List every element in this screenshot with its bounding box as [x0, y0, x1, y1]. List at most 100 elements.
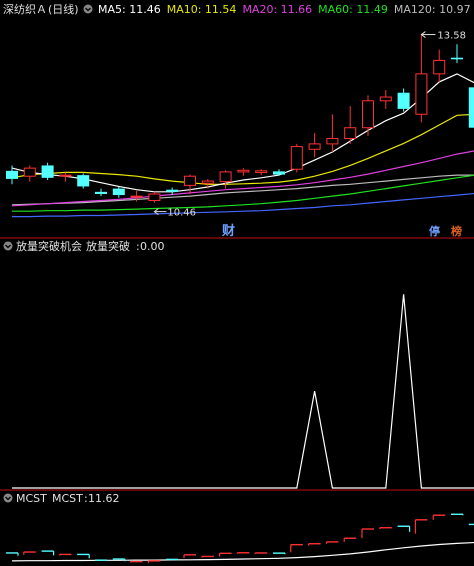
event-marker[interactable]: 财 — [222, 223, 235, 239]
candle-body — [6, 170, 18, 179]
candle-body — [433, 59, 446, 75]
candle-body — [379, 96, 392, 102]
indicator1-title: 放量突破机会 — [16, 239, 82, 253]
candle — [95, 188, 107, 197]
header-bar: 深纺织Ａ (日线) MA5: 11.46 MA10: 11.54 MA20: 11.… — [3, 2, 471, 16]
candle-body — [59, 174, 72, 177]
mini-candle — [58, 553, 72, 556]
mini-candle — [414, 519, 428, 534]
mini-candle — [468, 523, 474, 526]
breakout-line — [12, 294, 474, 489]
mcst-panel[interactable] — [6, 513, 474, 564]
mini-candle — [361, 528, 374, 539]
mini-candle — [201, 555, 214, 558]
mini-candle — [77, 553, 90, 559]
candle-body — [237, 169, 250, 173]
candle — [326, 114, 339, 152]
candle — [184, 174, 196, 194]
candle — [148, 191, 161, 203]
candle — [308, 133, 321, 158]
breakout-panel[interactable] — [12, 294, 474, 489]
high-label: 13.58 — [437, 31, 466, 42]
period-label[interactable]: (日线) — [48, 2, 79, 16]
indicator1-header: 放量突破机会 放量突破 : 0.00 — [3, 239, 165, 253]
mini-candle — [343, 537, 357, 542]
candle-body — [415, 73, 428, 115]
collapse-icon[interactable] — [3, 493, 13, 503]
mini-candle — [130, 560, 143, 563]
low-label: 10.46 — [167, 208, 196, 219]
candle — [290, 143, 303, 173]
mini-candle — [432, 514, 446, 520]
candle-body — [255, 170, 268, 173]
candle — [6, 165, 18, 185]
mini-candle — [236, 552, 250, 554]
candle-body — [362, 100, 374, 129]
ma-legend-ma5: MA5: 11.46 — [98, 3, 161, 16]
settings-icon[interactable] — [83, 4, 93, 14]
candle-body — [201, 180, 214, 184]
candle-body — [77, 175, 90, 187]
mini-candle — [379, 527, 392, 530]
mini-candle — [219, 552, 232, 557]
stock-name: 深纺织Ａ — [3, 2, 47, 16]
mini-candle — [23, 551, 36, 555]
mini-candle — [325, 541, 339, 544]
mini-candle — [147, 560, 161, 564]
candle-body — [290, 146, 303, 170]
candle — [112, 186, 125, 198]
candle — [344, 106, 357, 144]
candle-body — [184, 175, 196, 186]
candle-body — [326, 138, 339, 145]
ma-legend-ma120: MA120: 10.97 — [394, 3, 471, 16]
candle — [397, 88, 410, 112]
mcst-line — [11, 541, 474, 562]
mini-candle — [397, 525, 411, 532]
chart-stage: 深纺织Ａ (日线) MA5: 11.46 MA10: 11.54 MA20: 11.… — [0, 2, 474, 564]
candle-body — [148, 193, 161, 201]
candle — [255, 169, 268, 176]
candle-body — [95, 191, 107, 194]
mini-candle — [451, 513, 464, 516]
candle-body — [112, 188, 125, 196]
candle-body — [41, 165, 54, 178]
ma-legend-ma60: MA60: 11.49 — [318, 3, 388, 16]
candle-body — [468, 87, 474, 128]
indicator2-value: 11.62 — [88, 492, 120, 505]
candle-body — [397, 92, 410, 109]
candle-body — [166, 189, 179, 192]
mini-candle — [183, 554, 196, 558]
candle — [23, 165, 36, 182]
candle — [451, 44, 463, 64]
indicator1-series-label: 放量突破 — [86, 239, 130, 253]
candle-body — [344, 127, 357, 140]
ma-legend: MA5: 11.46 MA10: 11.54 MA20: 11.66 MA60: 11… — [98, 3, 471, 16]
event-marker[interactable]: 榜 — [451, 224, 462, 238]
candle-body — [130, 195, 143, 198]
candle-body — [273, 171, 285, 175]
mini-candle — [290, 543, 303, 553]
ma-legend-ma20: MA20: 11.66 — [242, 3, 312, 16]
candle — [433, 49, 446, 82]
mini-candle — [273, 552, 286, 555]
candle — [362, 95, 374, 136]
indicator2-header: MCST MCST : 11.62 — [3, 492, 120, 505]
mini-candle — [41, 550, 55, 556]
candle — [379, 90, 392, 109]
candle-body — [23, 167, 36, 177]
ma-legend-ma10: MA10: 11.54 — [167, 3, 237, 16]
candle-body — [219, 171, 232, 183]
mini-candle — [308, 543, 321, 546]
mini-candle — [254, 552, 268, 554]
candle — [273, 169, 285, 176]
candlestick-panel[interactable]: 13.58 10.46 财 停榜 — [6, 31, 474, 239]
indicator2-title: MCST — [16, 492, 47, 505]
mini-candle — [95, 559, 108, 562]
candle — [415, 34, 428, 123]
candle — [219, 170, 232, 189]
candle — [468, 87, 474, 128]
collapse-icon[interactable] — [3, 241, 13, 251]
candle-body — [451, 57, 463, 60]
candle — [77, 173, 90, 189]
event-marker[interactable]: 停 — [429, 224, 440, 238]
